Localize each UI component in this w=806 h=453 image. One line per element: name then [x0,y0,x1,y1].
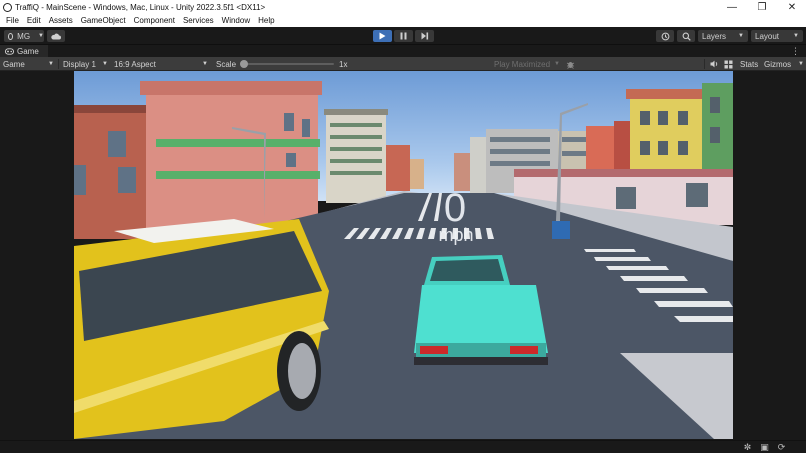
gizmos-dropdown[interactable]: Gizmos ▼ [764,57,804,71]
yellow-car [74,219,329,439]
chevron-down-icon: ▼ [554,61,560,67]
chevron-down-icon: ▼ [38,33,44,39]
layout-label: Layout [755,31,780,41]
scale-slider-track [240,60,334,68]
unity-logo-icon [3,2,12,12]
mute-button[interactable] [708,57,720,71]
title-bar: TraffiQ - MainScene - Windows, Mac, Linu… [0,0,806,14]
maximize-icon[interactable]: ❐ [747,0,777,14]
window-title: TraffiQ - MainScene - Windows, Mac, Linu… [15,2,266,12]
aspect-label: 16:9 Aspect [114,59,156,69]
search-icon [682,32,691,41]
gizmos-grid-button[interactable] [722,57,734,71]
speed-unit: mph [438,225,473,245]
tab-game[interactable]: Game [0,45,48,57]
step-icon [421,32,428,40]
mute-icon [710,60,717,68]
layers-label: Layers [702,31,727,41]
scale-slider[interactable] [240,57,334,71]
view-type-dropdown[interactable]: Game ▼ [3,57,57,71]
statusbar-network-icon[interactable]: ▣ [759,442,770,453]
gizmos-label: Gizmos [764,59,792,69]
play-icon [379,32,386,40]
game-view-toolbar: Game ▼ Display 1 ▼ 16:9 Aspect ▼ Scale 1… [0,57,806,71]
gizmo-bug-button[interactable] [564,57,576,71]
statusbar-bug-icon[interactable]: ✼ [742,442,753,453]
menu-assets[interactable]: Assets [43,16,73,25]
gizmo-bug-icon [566,61,574,69]
game-tab-icon [5,47,14,55]
close-icon[interactable]: ✕ [777,0,806,14]
main-toolbar: MG ▼ Layers ▼ Layout ▼ [0,27,806,45]
history-button[interactable] [656,30,674,42]
more-icon[interactable]: ⋮ [791,45,800,57]
scale-slider-handle[interactable] [240,60,248,68]
account-icon [8,32,14,40]
display-label: Display 1 [63,59,96,69]
aspect-dropdown[interactable]: 16:9 Aspect ▼ [114,57,210,71]
menu-gameobject[interactable]: GameObject [75,16,126,25]
chevron-down-icon: ▼ [202,61,208,67]
gizmos-grid-icon [724,60,732,68]
history-icon [661,32,669,40]
view-type-label: Game [3,59,25,69]
account-label: MG [17,31,31,41]
chevron-down-icon: ▼ [798,61,804,67]
chevron-down-icon: ▼ [102,61,108,67]
search-button[interactable] [677,30,695,42]
layers-dropdown[interactable]: Layers ▼ [698,30,748,42]
step-button[interactable] [415,30,434,42]
menu-edit[interactable]: Edit [21,16,41,25]
chevron-down-icon: ▼ [793,33,799,39]
chevron-down-icon: ▼ [738,33,744,39]
menu-window[interactable]: Window [216,16,250,25]
play-button[interactable] [373,30,392,42]
tab-strip: Game ⋮ [0,45,806,57]
play-mode-label: Play Maximized [494,59,551,69]
menu-component[interactable]: Component [128,16,175,25]
status-bar: ✼ ▣ ⟳ [0,440,806,453]
game-scene: 0 mph [74,71,733,439]
tab-label: Game [17,46,39,56]
speed-value: 0 [444,186,466,230]
scale-value: 1x [339,59,348,69]
scale-label: Scale [216,59,237,69]
stats-toggle[interactable]: Stats [740,57,758,71]
layout-dropdown[interactable]: Layout ▼ [751,30,803,42]
menu-services[interactable]: Services [177,16,214,25]
pause-icon [400,32,407,40]
cloud-icon [51,33,61,39]
mailbox [552,221,570,239]
menu-help[interactable]: Help [252,16,274,25]
divider [58,59,59,69]
cloud-button[interactable] [47,30,65,42]
pause-button[interactable] [394,30,413,42]
menu-bar: File Edit Assets GameObject Component Se… [0,14,806,27]
statusbar-sync-icon[interactable]: ⟳ [776,442,787,453]
divider [704,59,705,69]
display-dropdown[interactable]: Display 1 ▼ [63,57,110,71]
menu-file[interactable]: File [0,16,19,25]
play-mode-dropdown[interactable]: Play Maximized ▼ [494,57,560,71]
game-viewport[interactable]: 0 mph [74,71,733,439]
minimize-icon[interactable]: — [717,0,747,14]
chevron-down-icon: ▼ [48,61,54,67]
account-dropdown[interactable]: MG ▼ [4,30,44,42]
